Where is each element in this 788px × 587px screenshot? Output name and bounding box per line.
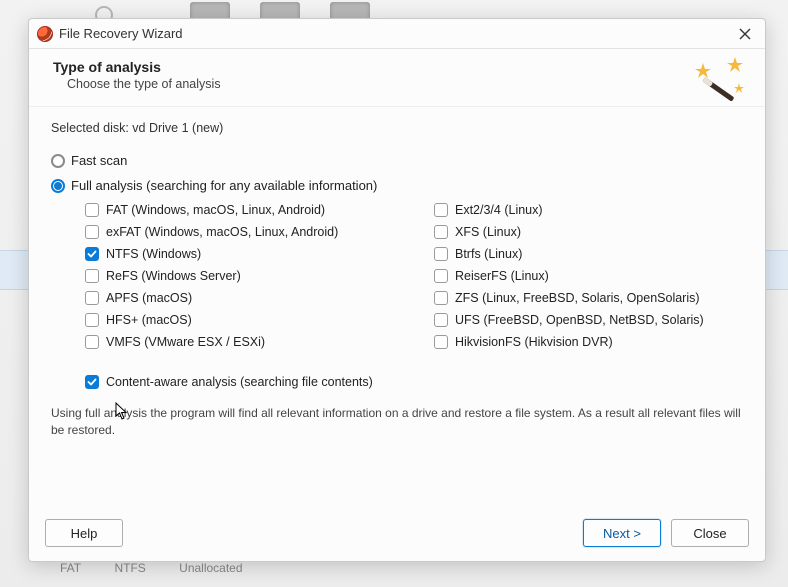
full-analysis-label: Full analysis (searching for any availab…	[71, 178, 377, 193]
checkbox-icon	[434, 269, 448, 283]
fs-label: HikvisionFS (Hikvision DVR)	[455, 335, 613, 349]
checkbox-icon	[434, 313, 448, 327]
checkbox-icon	[85, 291, 99, 305]
fs-option-zfs[interactable]: ZFS (Linux, FreeBSD, Solaris, OpenSolari…	[434, 291, 743, 305]
checkbox-icon	[85, 313, 99, 327]
checkbox-icon	[434, 225, 448, 239]
fs-option-hikfs[interactable]: HikvisionFS (Hikvision DVR)	[434, 335, 743, 349]
bg-status-fat: FAT	[60, 561, 81, 575]
app-icon	[37, 26, 53, 42]
window-close-button[interactable]	[731, 23, 759, 45]
fs-label: APFS (macOS)	[106, 291, 192, 305]
fs-label: NTFS (Windows)	[106, 247, 201, 261]
full-analysis-option[interactable]: Full analysis (searching for any availab…	[51, 178, 743, 193]
fs-option-exfat[interactable]: exFAT (Windows, macOS, Linux, Android)	[85, 225, 394, 239]
fs-option-ufs[interactable]: UFS (FreeBSD, OpenBSD, NetBSD, Solaris)	[434, 313, 743, 327]
fs-label: Btrfs (Linux)	[455, 247, 522, 261]
checkbox-icon	[85, 335, 99, 349]
fs-label: HFS+ (macOS)	[106, 313, 192, 327]
filesystem-grid: FAT (Windows, macOS, Linux, Android) Ext2…	[85, 203, 743, 349]
radio-icon	[51, 154, 65, 168]
page-subtitle: Choose the type of analysis	[67, 77, 221, 91]
fast-scan-option[interactable]: Fast scan	[51, 153, 743, 168]
bg-status-bar: FAT NTFS Unallocated	[60, 561, 273, 575]
page-title: Type of analysis	[53, 59, 221, 75]
fs-option-ntfs[interactable]: NTFS (Windows)	[85, 247, 394, 261]
fs-option-fat[interactable]: FAT (Windows, macOS, Linux, Android)	[85, 203, 394, 217]
fs-label: ReFS (Windows Server)	[106, 269, 241, 283]
radio-icon	[51, 179, 65, 193]
content-aware-label: Content-aware analysis (searching file c…	[106, 375, 373, 389]
fs-label: ReiserFS (Linux)	[455, 269, 549, 283]
checkbox-icon	[85, 269, 99, 283]
wizard-footer: Help Next > Close	[29, 509, 765, 561]
fs-label: exFAT (Windows, macOS, Linux, Android)	[106, 225, 338, 239]
checkbox-icon	[434, 335, 448, 349]
fs-label: Ext2/3/4 (Linux)	[455, 203, 543, 217]
checkbox-icon	[434, 203, 448, 217]
checkbox-icon	[434, 247, 448, 261]
fs-option-btrfs[interactable]: Btrfs (Linux)	[434, 247, 743, 261]
close-button[interactable]: Close	[671, 519, 749, 547]
close-icon	[739, 28, 751, 40]
fs-option-hfs[interactable]: HFS+ (macOS)	[85, 313, 394, 327]
checkbox-icon	[85, 247, 99, 261]
wizard-wand-icon	[695, 55, 747, 103]
fs-option-ext[interactable]: Ext2/3/4 (Linux)	[434, 203, 743, 217]
help-button[interactable]: Help	[45, 519, 123, 547]
fs-option-apfs[interactable]: APFS (macOS)	[85, 291, 394, 305]
content-aware-option[interactable]: Content-aware analysis (searching file c…	[85, 375, 743, 389]
fs-option-xfs[interactable]: XFS (Linux)	[434, 225, 743, 239]
next-button[interactable]: Next >	[583, 519, 661, 547]
checkbox-icon	[85, 375, 99, 389]
checkbox-icon	[85, 203, 99, 217]
fs-label: ZFS (Linux, FreeBSD, Solaris, OpenSolari…	[455, 291, 700, 305]
fs-label: FAT (Windows, macOS, Linux, Android)	[106, 203, 325, 217]
checkbox-icon	[85, 225, 99, 239]
fs-option-reiserfs[interactable]: ReiserFS (Linux)	[434, 269, 743, 283]
fs-label: UFS (FreeBSD, OpenBSD, NetBSD, Solaris)	[455, 313, 704, 327]
wizard-header: Type of analysis Choose the type of anal…	[29, 49, 765, 107]
bg-status-ntfs: NTFS	[114, 561, 145, 575]
wizard-body: Selected disk: vd Drive 1 (new) Fast sca…	[29, 107, 765, 509]
bg-status-unallocated: Unallocated	[179, 561, 242, 575]
window-title: File Recovery Wizard	[59, 26, 183, 41]
titlebar: File Recovery Wizard	[29, 19, 765, 49]
hint-text: Using full analysis the program will fin…	[51, 405, 743, 439]
selected-disk-label: Selected disk: vd Drive 1 (new)	[51, 121, 743, 135]
fast-scan-label: Fast scan	[71, 153, 127, 168]
fs-option-refs[interactable]: ReFS (Windows Server)	[85, 269, 394, 283]
fs-label: XFS (Linux)	[455, 225, 521, 239]
fs-label: VMFS (VMware ESX / ESXi)	[106, 335, 265, 349]
wizard-dialog: File Recovery Wizard Type of analysis Ch…	[28, 18, 766, 562]
checkbox-icon	[434, 291, 448, 305]
fs-option-vmfs[interactable]: VMFS (VMware ESX / ESXi)	[85, 335, 394, 349]
